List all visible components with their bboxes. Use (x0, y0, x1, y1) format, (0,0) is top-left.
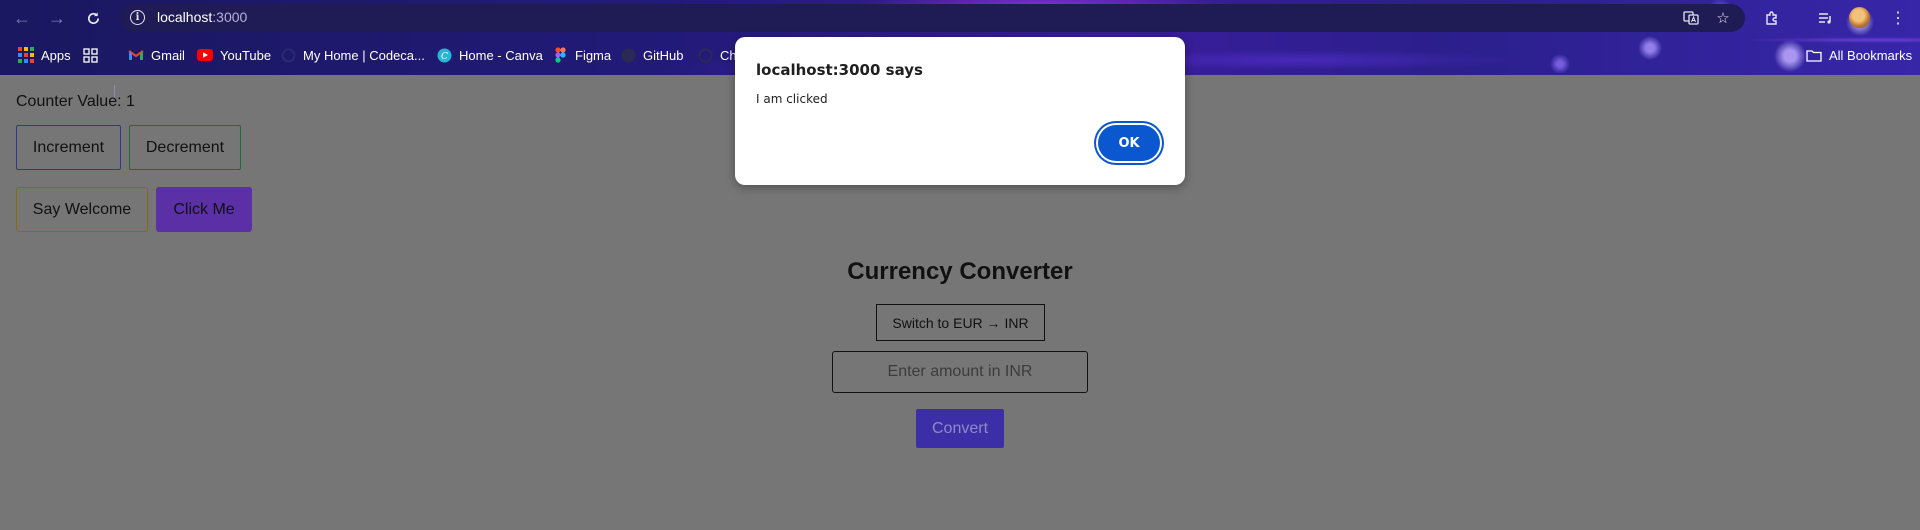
dialog-title: localhost:3000 says (756, 61, 923, 79)
increment-button[interactable]: Increment (16, 125, 121, 170)
gmail-icon (128, 47, 144, 63)
forward-arrow-icon[interactable]: → (43, 4, 71, 32)
bookmark-figma[interactable]: Figma (552, 45, 611, 65)
alert-dialog: localhost:3000 says I am clicked OK (735, 37, 1185, 185)
site-info-icon[interactable]: i (130, 10, 145, 25)
bookmark-codecademy[interactable]: My Home | Codeca... (280, 45, 425, 65)
bookmark-canva[interactable]: C Home - Canva (436, 45, 543, 65)
canva-icon: C (436, 47, 452, 63)
reload-icon[interactable] (79, 4, 107, 32)
bookmark-gmail[interactable]: Gmail (128, 45, 185, 65)
all-bookmarks-label: All Bookmarks (1829, 47, 1913, 63)
youtube-icon (197, 47, 213, 63)
bookmark-label: Gmail (151, 47, 185, 63)
media-queue-icon[interactable] (1811, 4, 1839, 32)
counter-value: Counter Value: 1 (16, 93, 135, 110)
convert-button[interactable]: Convert (916, 409, 1004, 448)
bookmark-chatgpt[interactable]: Ch (697, 45, 737, 65)
bookmark-label: Apps (41, 47, 71, 63)
bookmark-label: GitHub (643, 47, 684, 63)
profile-avatar[interactable] (1849, 7, 1870, 28)
bookmark-google-apps[interactable] (82, 45, 105, 65)
bookmark-youtube[interactable]: YouTube (197, 45, 271, 65)
figma-icon (552, 47, 568, 63)
github-icon (620, 47, 636, 63)
ok-button[interactable]: OK (1098, 125, 1160, 161)
bookmark-label: Home - Canva (459, 47, 543, 63)
bookmark-label: My Home | Codeca... (303, 47, 425, 63)
translate-icon[interactable] (1680, 7, 1702, 29)
browser-toolbar: ← → i localhost:3000 ☆ ⋮ (0, 0, 1920, 36)
dialog-message: I am clicked (756, 92, 828, 106)
bookmark-label: YouTube (220, 47, 272, 63)
currency-converter-title: Currency Converter (847, 258, 1073, 285)
menu-kebab-icon[interactable]: ⋮ (1884, 4, 1912, 32)
apps-grid-icon (18, 47, 34, 63)
extensions-icon[interactable] (1758, 4, 1786, 32)
svg-text:C: C (441, 52, 448, 62)
google-apps-icon (82, 47, 98, 63)
click-me-button[interactable]: Click Me (156, 187, 252, 232)
say-welcome-button[interactable]: Say Welcome (16, 187, 148, 232)
bookmark-github[interactable]: GitHub (620, 45, 683, 65)
back-arrow-icon[interactable]: ← (8, 4, 36, 32)
url-text: localhost:3000 (157, 9, 248, 25)
bookmark-label: Figma (575, 47, 612, 63)
decrement-button[interactable]: Decrement (129, 125, 241, 170)
codecademy-icon (280, 47, 296, 63)
switch-currency-button[interactable]: Switch to EUR → INR (876, 304, 1045, 341)
amount-input[interactable] (832, 351, 1088, 393)
folder-icon (1806, 47, 1822, 63)
all-bookmarks-button[interactable]: All Bookmarks (1806, 45, 1912, 65)
bookmark-apps[interactable]: Apps (18, 45, 71, 65)
address-bar[interactable]: i localhost:3000 ☆ (120, 4, 1745, 32)
chatgpt-icon (697, 47, 713, 63)
bookmark-star-icon[interactable]: ☆ (1712, 7, 1734, 29)
